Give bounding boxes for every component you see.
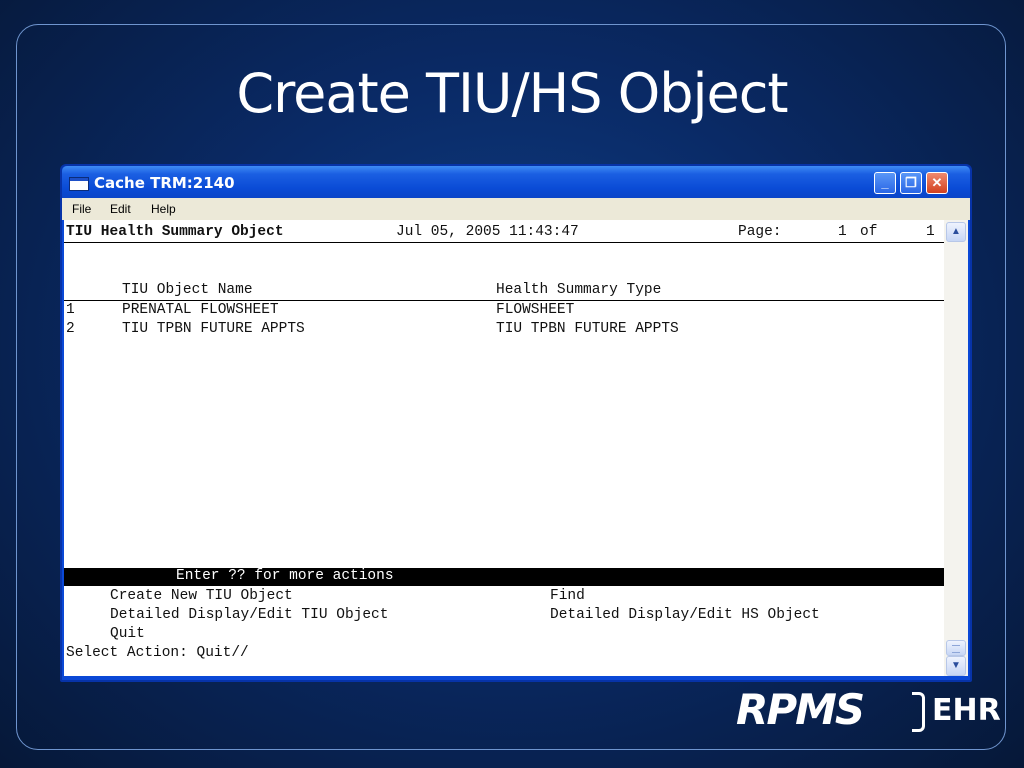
select-action-prompt[interactable]: Select Action: Quit// bbox=[66, 645, 249, 661]
row-number: 1 bbox=[66, 302, 75, 318]
page-of: of bbox=[860, 224, 878, 240]
page-label: Page: bbox=[738, 224, 782, 240]
restore-button[interactable]: ❐ bbox=[900, 172, 922, 194]
menu-edit[interactable]: Edit bbox=[110, 202, 131, 216]
action-create-new-tiu-object[interactable]: Create New TIU Object bbox=[110, 588, 293, 604]
logo-ehr-text: EHR bbox=[932, 693, 1001, 728]
terminal-window: Cache TRM:2140 _ ❐ ✕ File Edit Help TIU … bbox=[60, 164, 972, 682]
action-detailed-display-edit-hs-object[interactable]: Detailed Display/Edit HS Object bbox=[550, 607, 820, 623]
row-number: 2 bbox=[66, 321, 75, 337]
minimize-button[interactable]: _ bbox=[874, 172, 896, 194]
action-detailed-display-edit-tiu-object[interactable]: Detailed Display/Edit TIU Object bbox=[110, 607, 388, 623]
logo-bracket bbox=[912, 692, 925, 732]
scroll-thumb[interactable] bbox=[946, 640, 966, 656]
menu-help[interactable]: Help bbox=[151, 202, 176, 216]
rpms-ehr-logo: RPMS EHR bbox=[736, 685, 1001, 734]
window-titlebar[interactable]: Cache TRM:2140 _ ❐ ✕ bbox=[62, 166, 970, 198]
action-hint-bar: Enter ?? for more actions bbox=[64, 568, 944, 586]
menu-file[interactable]: File bbox=[72, 202, 91, 216]
page-current: 1 bbox=[838, 224, 847, 240]
menu-bar: File Edit Help bbox=[62, 198, 970, 220]
chevron-down-icon[interactable]: ▼ bbox=[946, 656, 966, 676]
action-find[interactable]: Find bbox=[550, 588, 585, 604]
row-object-name: PRENATAL FLOWSHEET bbox=[122, 302, 279, 318]
slide-title: Create TIU/HS Object bbox=[236, 62, 788, 125]
screen-timestamp: Jul 05, 2005 11:43:47 bbox=[396, 224, 579, 240]
chevron-up-icon[interactable]: ▲ bbox=[946, 222, 966, 242]
screen-title: TIU Health Summary Object bbox=[66, 224, 284, 240]
row-summary-type: FLOWSHEET bbox=[496, 302, 575, 318]
action-hint: Enter ?? for more actions bbox=[176, 568, 394, 584]
close-button[interactable]: ✕ bbox=[926, 172, 948, 194]
terminal-screen[interactable]: TIU Health Summary Object Jul 05, 2005 1… bbox=[64, 220, 944, 676]
row-summary-type: TIU TPBN FUTURE APPTS bbox=[496, 321, 679, 337]
row-object-name: TIU TPBN FUTURE APPTS bbox=[122, 321, 305, 337]
action-quit[interactable]: Quit bbox=[110, 626, 145, 642]
column-divider bbox=[64, 300, 944, 301]
header-divider bbox=[64, 242, 944, 243]
vertical-scrollbar[interactable]: ▲ ▼ bbox=[944, 220, 968, 676]
page-total: 1 bbox=[926, 224, 935, 240]
window-title: Cache TRM:2140 bbox=[94, 174, 235, 192]
column-header-summary-type: Health Summary Type bbox=[496, 282, 662, 298]
terminal-window-icon bbox=[69, 177, 89, 191]
column-header-object-name: TIU Object Name bbox=[122, 282, 253, 298]
logo-rpms-text: RPMS bbox=[736, 685, 865, 734]
